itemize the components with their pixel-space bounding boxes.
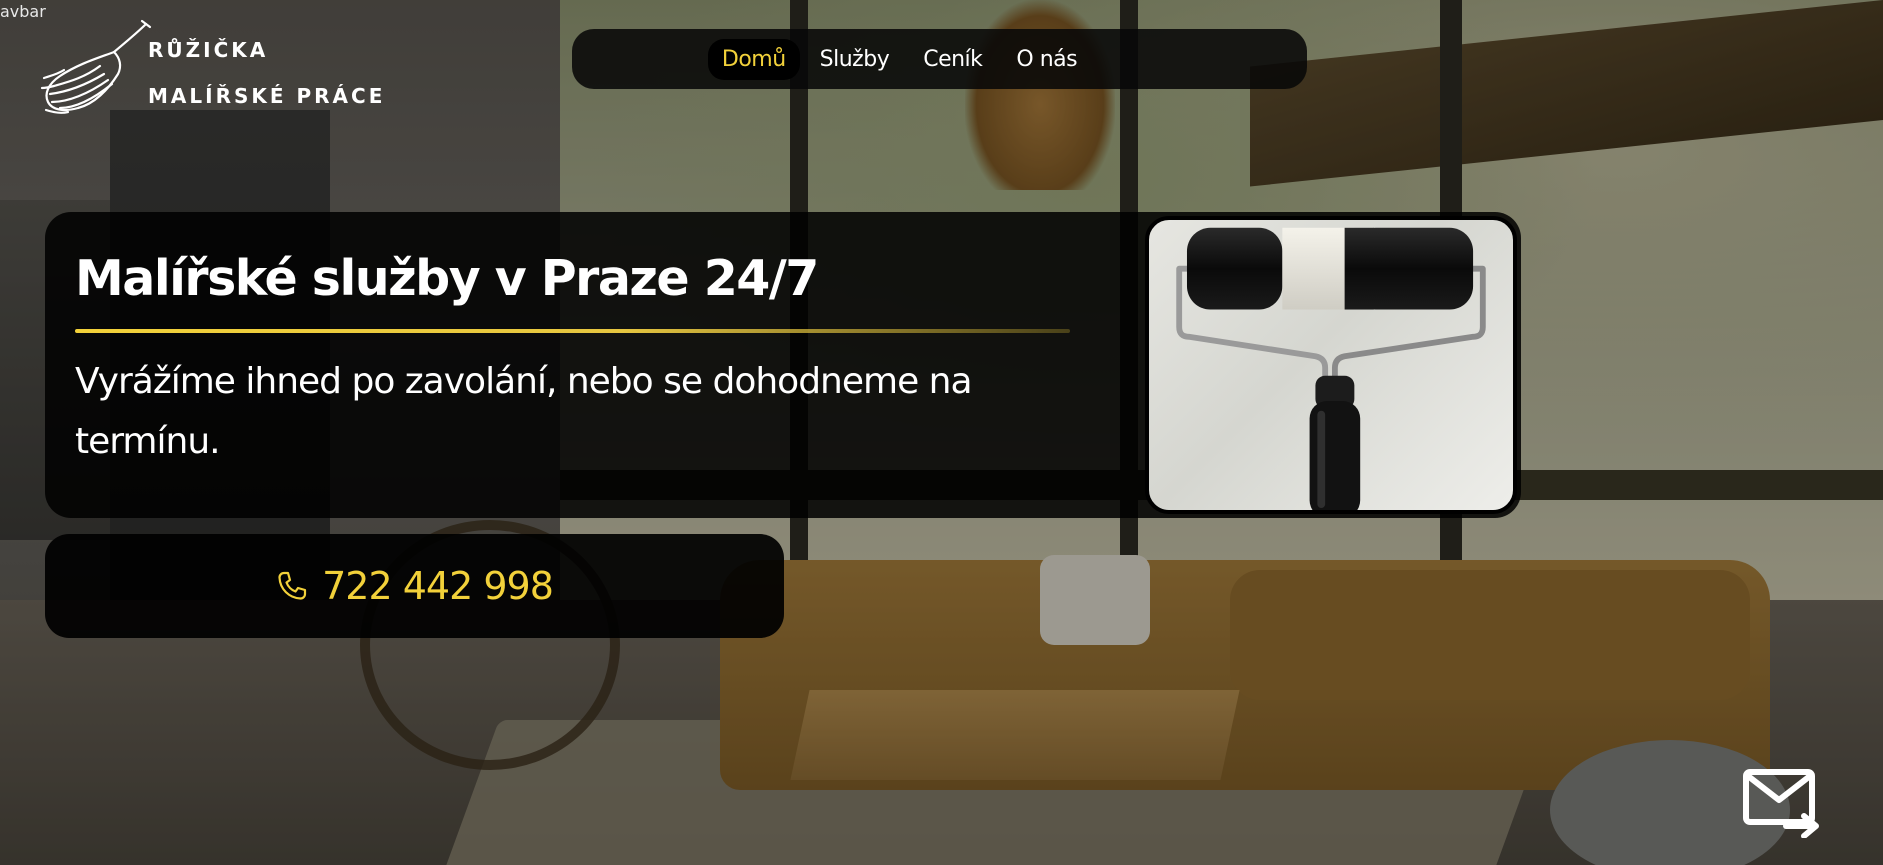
paint-roller-icon xyxy=(1176,227,1486,510)
nav-item-home[interactable]: Domů xyxy=(707,38,800,80)
paint-roller-image xyxy=(1145,216,1517,514)
call-phone-button[interactable]: 722 442 998 xyxy=(45,534,784,638)
phone-number: 722 442 998 xyxy=(322,564,554,608)
brand-logo-link[interactable]: RŮŽIČKA MALÍŘSKÉ PRÁCE xyxy=(38,18,382,122)
hero-subtitle: Vyrážíme ihned po zavolání, nebo se doho… xyxy=(75,361,973,462)
hero-card: Malířské služby v Praze 24/7 Vyrážíme ih… xyxy=(45,212,1521,518)
paintbrush-icon xyxy=(40,19,152,114)
brand-name: RŮŽIČKA xyxy=(148,38,269,62)
phone-icon xyxy=(278,571,307,600)
nav-item-about[interactable]: O nás xyxy=(1002,39,1091,80)
main-navigation: Domů Služby Ceník O nás xyxy=(572,29,1307,89)
mail-send-icon xyxy=(1743,769,1819,839)
nav-item-services[interactable]: Služby xyxy=(806,39,904,80)
title-underline xyxy=(75,329,1070,333)
hero-title: Malířské služby v Praze 24/7 xyxy=(75,250,819,307)
brand-tagline: MALÍŘSKÉ PRÁCE xyxy=(148,84,386,108)
send-email-button[interactable] xyxy=(1742,768,1822,839)
nav-item-pricing[interactable]: Ceník xyxy=(909,39,996,80)
